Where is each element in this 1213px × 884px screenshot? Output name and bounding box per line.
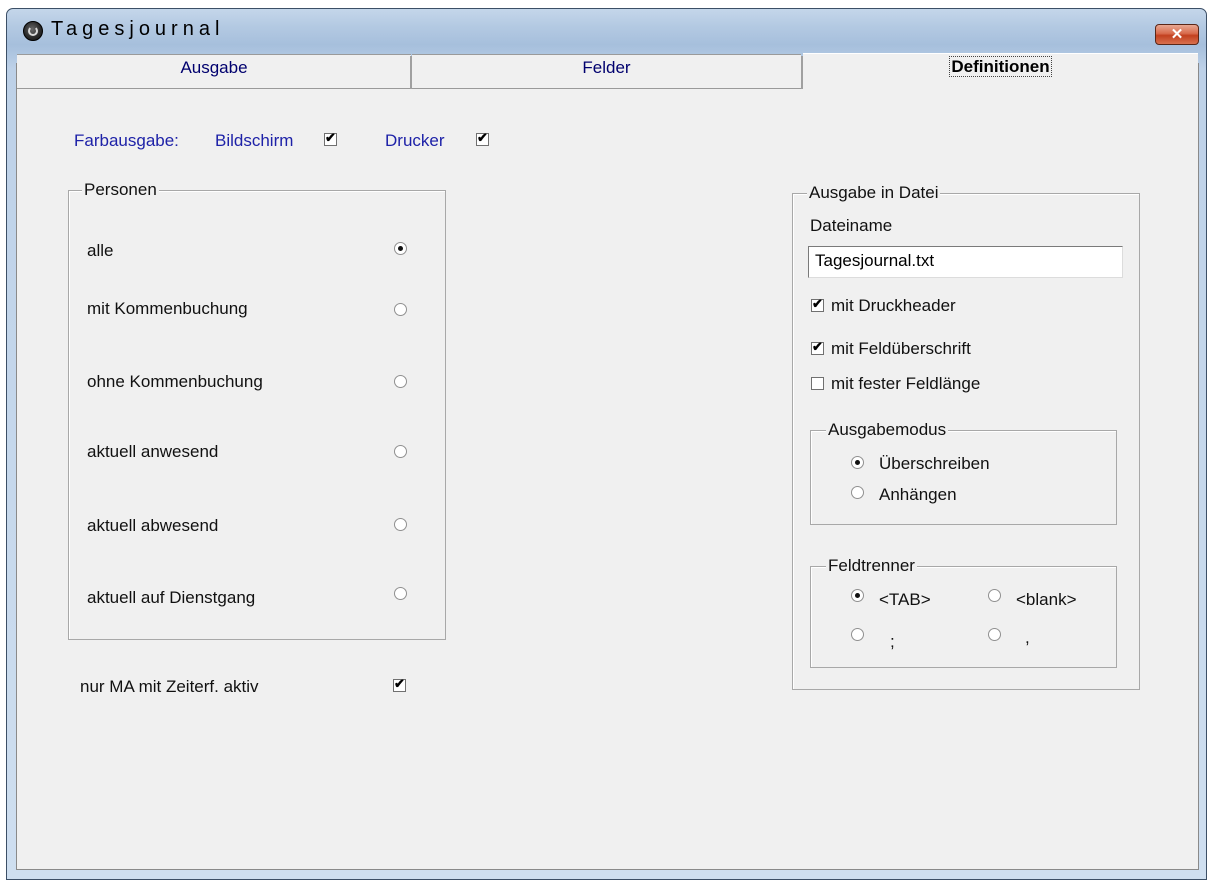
radio-label-aktuell-auf-dienstgang: aktuell auf Dienstgang: [87, 588, 256, 607]
close-button[interactable]: ✕: [1155, 24, 1199, 45]
tab-ausgabe-label: Ausgabe: [180, 58, 248, 77]
ueberschreiben-label: Überschreiben: [879, 454, 990, 473]
radio-label-ohne-kommenbuchung: ohne Kommenbuchung: [87, 372, 263, 391]
dateiname-label: Dateiname: [810, 216, 893, 235]
druckheader-label: mit Druckheader: [831, 296, 956, 315]
dateiname-input[interactable]: Tagesjournal.txt: [808, 246, 1123, 278]
feldtrenner-group: [810, 566, 1117, 668]
radio-alle[interactable]: [394, 242, 407, 255]
bildschirm-checkbox[interactable]: [324, 130, 337, 146]
bildschirm-label: Bildschirm: [215, 131, 294, 150]
semicolon-separator-label: ;: [890, 632, 895, 651]
tab-definitionen-label: Definitionen: [949, 56, 1052, 77]
radio-semicolon[interactable]: [851, 628, 864, 641]
radio-label-aktuell-anwesend: aktuell anwesend: [87, 442, 219, 461]
tab-felder-label: Felder: [582, 58, 631, 77]
radio-tab[interactable]: [851, 589, 864, 602]
radio-mit-kommenbuchung[interactable]: [394, 303, 407, 316]
drucker-label: Drucker: [385, 131, 445, 150]
radio-blank[interactable]: [988, 589, 1001, 602]
feldtrenner-group-title: Feldtrenner: [826, 556, 917, 576]
tab-definitionen[interactable]: Definitionen: [803, 53, 1198, 93]
nur-ma-label: nur MA mit Zeiterf. aktiv: [80, 677, 259, 696]
personen-group-title: Personen: [82, 180, 159, 200]
tab-felder[interactable]: Felder: [412, 54, 801, 89]
feste-feldlaenge-label: mit fester Feldlänge: [831, 374, 981, 393]
anhaengen-label: Anhängen: [879, 485, 957, 504]
radio-comma[interactable]: [988, 628, 1001, 641]
feldueberschrift-checkbox[interactable]: [811, 339, 824, 355]
radio-ohne-kommenbuchung[interactable]: [394, 375, 407, 388]
nur-ma-checkbox[interactable]: [393, 676, 406, 692]
radio-label-aktuell-abwesend: aktuell abwesend: [87, 516, 219, 535]
feste-feldlaenge-checkbox[interactable]: [811, 377, 824, 390]
comma-separator-label: ,: [1025, 628, 1030, 647]
tab-separator-label: <TAB>: [879, 590, 931, 609]
ausgabemodus-group: [810, 430, 1117, 525]
farbausgabe-label: Farbausgabe:: [74, 131, 179, 150]
ausgabe-datei-group-title: Ausgabe in Datei: [807, 183, 941, 203]
ausgabemodus-group-title: Ausgabemodus: [826, 420, 949, 440]
close-icon: ✕: [1170, 26, 1184, 43]
radio-aktuell-auf-dienstgang[interactable]: [394, 587, 407, 600]
app-icon: [23, 21, 43, 41]
druckheader-checkbox[interactable]: [811, 296, 824, 312]
drucker-checkbox[interactable]: [476, 130, 489, 146]
blank-separator-label: <blank>: [1016, 590, 1077, 609]
radio-label-mit-kommenbuchung: mit Kommenbuchung: [87, 299, 248, 318]
radio-aktuell-abwesend[interactable]: [394, 518, 407, 531]
tab-ausgabe[interactable]: Ausgabe: [17, 54, 411, 89]
radio-ueberschreiben[interactable]: [851, 456, 864, 469]
radio-label-alle: alle: [87, 241, 114, 260]
personen-group: [68, 190, 446, 640]
feldueberschrift-label: mit Feldüberschrift: [831, 339, 971, 358]
window-title: Tagesjournal: [51, 18, 225, 40]
radio-aktuell-anwesend[interactable]: [394, 445, 407, 458]
radio-anhaengen[interactable]: [851, 486, 864, 499]
